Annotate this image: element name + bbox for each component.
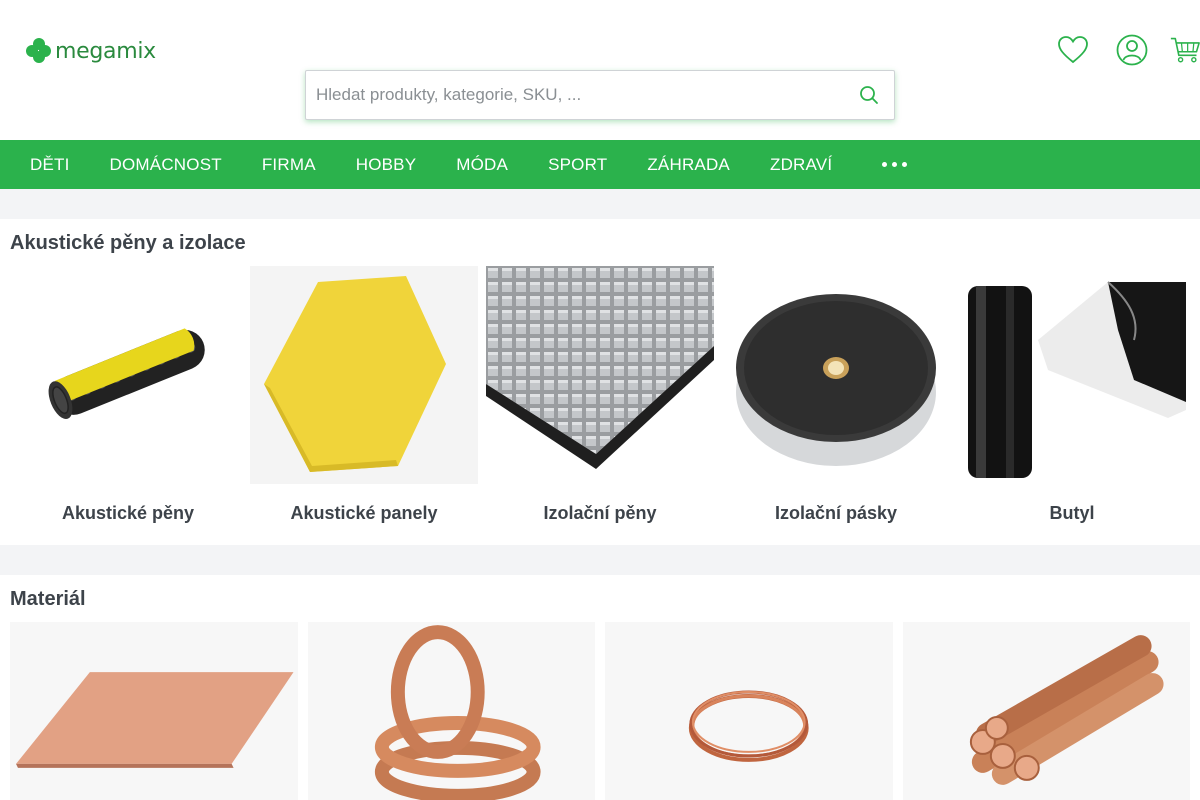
- category-label: Akustické panely: [290, 503, 438, 523]
- main-nav: DĚTI DOMÁCNOST FIRMA HOBBY MÓDA SPORT ZÁ…: [0, 140, 1200, 189]
- search-icon: [860, 86, 878, 104]
- search-input[interactable]: [306, 71, 844, 119]
- nav-item-moda[interactable]: MÓDA: [456, 155, 508, 175]
- acoustic-foam-image: [10, 266, 246, 484]
- category-insulation-foam[interactable]: Izolační pěny: [482, 266, 718, 545]
- copper-tape-card[interactable]: [307, 622, 595, 800]
- cart-icon: [1170, 37, 1200, 63]
- category-label: Butyl: [1049, 503, 1095, 523]
- more-dots-icon[interactable]: [882, 162, 908, 167]
- category-acoustic-panels[interactable]: Akustické panely: [246, 266, 482, 545]
- category-label: Izolační pěny: [543, 503, 657, 523]
- section-gap: [0, 545, 1200, 575]
- nav-item-firma[interactable]: FIRMA: [262, 155, 316, 175]
- search-button[interactable]: [844, 71, 894, 119]
- nav-item-zdravi[interactable]: ZDRAVÍ: [770, 155, 832, 175]
- category-row: Akustické pěny Akustické panely Izolační…: [10, 266, 1190, 545]
- heart-icon: [1058, 36, 1088, 64]
- material-section: Materiál: [0, 575, 1200, 800]
- nav-item-deti[interactable]: DĚTI: [30, 155, 70, 175]
- copper-rods-card[interactable]: [902, 622, 1190, 800]
- copper-sheet-image: [15, 672, 294, 768]
- wishlist-button[interactable]: [1055, 32, 1091, 68]
- insulation-tape-image: [718, 266, 954, 484]
- header-actions: [1055, 32, 1200, 68]
- section-title: Materiál: [10, 588, 86, 610]
- nav-item-zahrada[interactable]: ZÁHRADA: [647, 155, 730, 175]
- acoustic-section: Akustické pěny a izolace Akustické pěny …: [0, 219, 1200, 545]
- category-butyl[interactable]: Butyl: [954, 266, 1190, 545]
- copper-wire-image: [688, 690, 809, 762]
- brand-name: megamix: [55, 38, 156, 64]
- copper-tape-image: [374, 625, 541, 800]
- nav-item-domacnost[interactable]: DOMÁCNOST: [110, 155, 222, 175]
- section-gap: [0, 189, 1200, 219]
- nav-item-sport[interactable]: SPORT: [548, 155, 607, 175]
- category-acoustic-foam[interactable]: Akustické pěny: [10, 266, 246, 545]
- cart-button[interactable]: [1170, 32, 1200, 68]
- category-label: Izolační pásky: [774, 503, 898, 523]
- nav-item-hobby[interactable]: HOBBY: [356, 155, 417, 175]
- copper-sheet-card[interactable]: [10, 622, 298, 800]
- copper-wire-card[interactable]: [605, 622, 893, 800]
- section-title: Akustické pěny a izolace: [10, 232, 246, 254]
- search-box: [305, 70, 895, 120]
- user-icon: [1116, 34, 1148, 66]
- insulation-foam-image: [482, 266, 718, 484]
- copper-rods-image: [969, 635, 1164, 785]
- clover-logo-icon: [25, 36, 53, 66]
- material-row: [10, 622, 1190, 800]
- category-label: Akustické pěny: [61, 503, 195, 523]
- account-button[interactable]: [1114, 32, 1150, 68]
- acoustic-panel-image: [246, 266, 482, 484]
- butyl-image: [954, 266, 1190, 484]
- logo[interactable]: megamix: [25, 36, 156, 66]
- category-insulation-tapes[interactable]: Izolační pásky: [718, 266, 954, 545]
- site-header: megamix: [0, 0, 1200, 140]
